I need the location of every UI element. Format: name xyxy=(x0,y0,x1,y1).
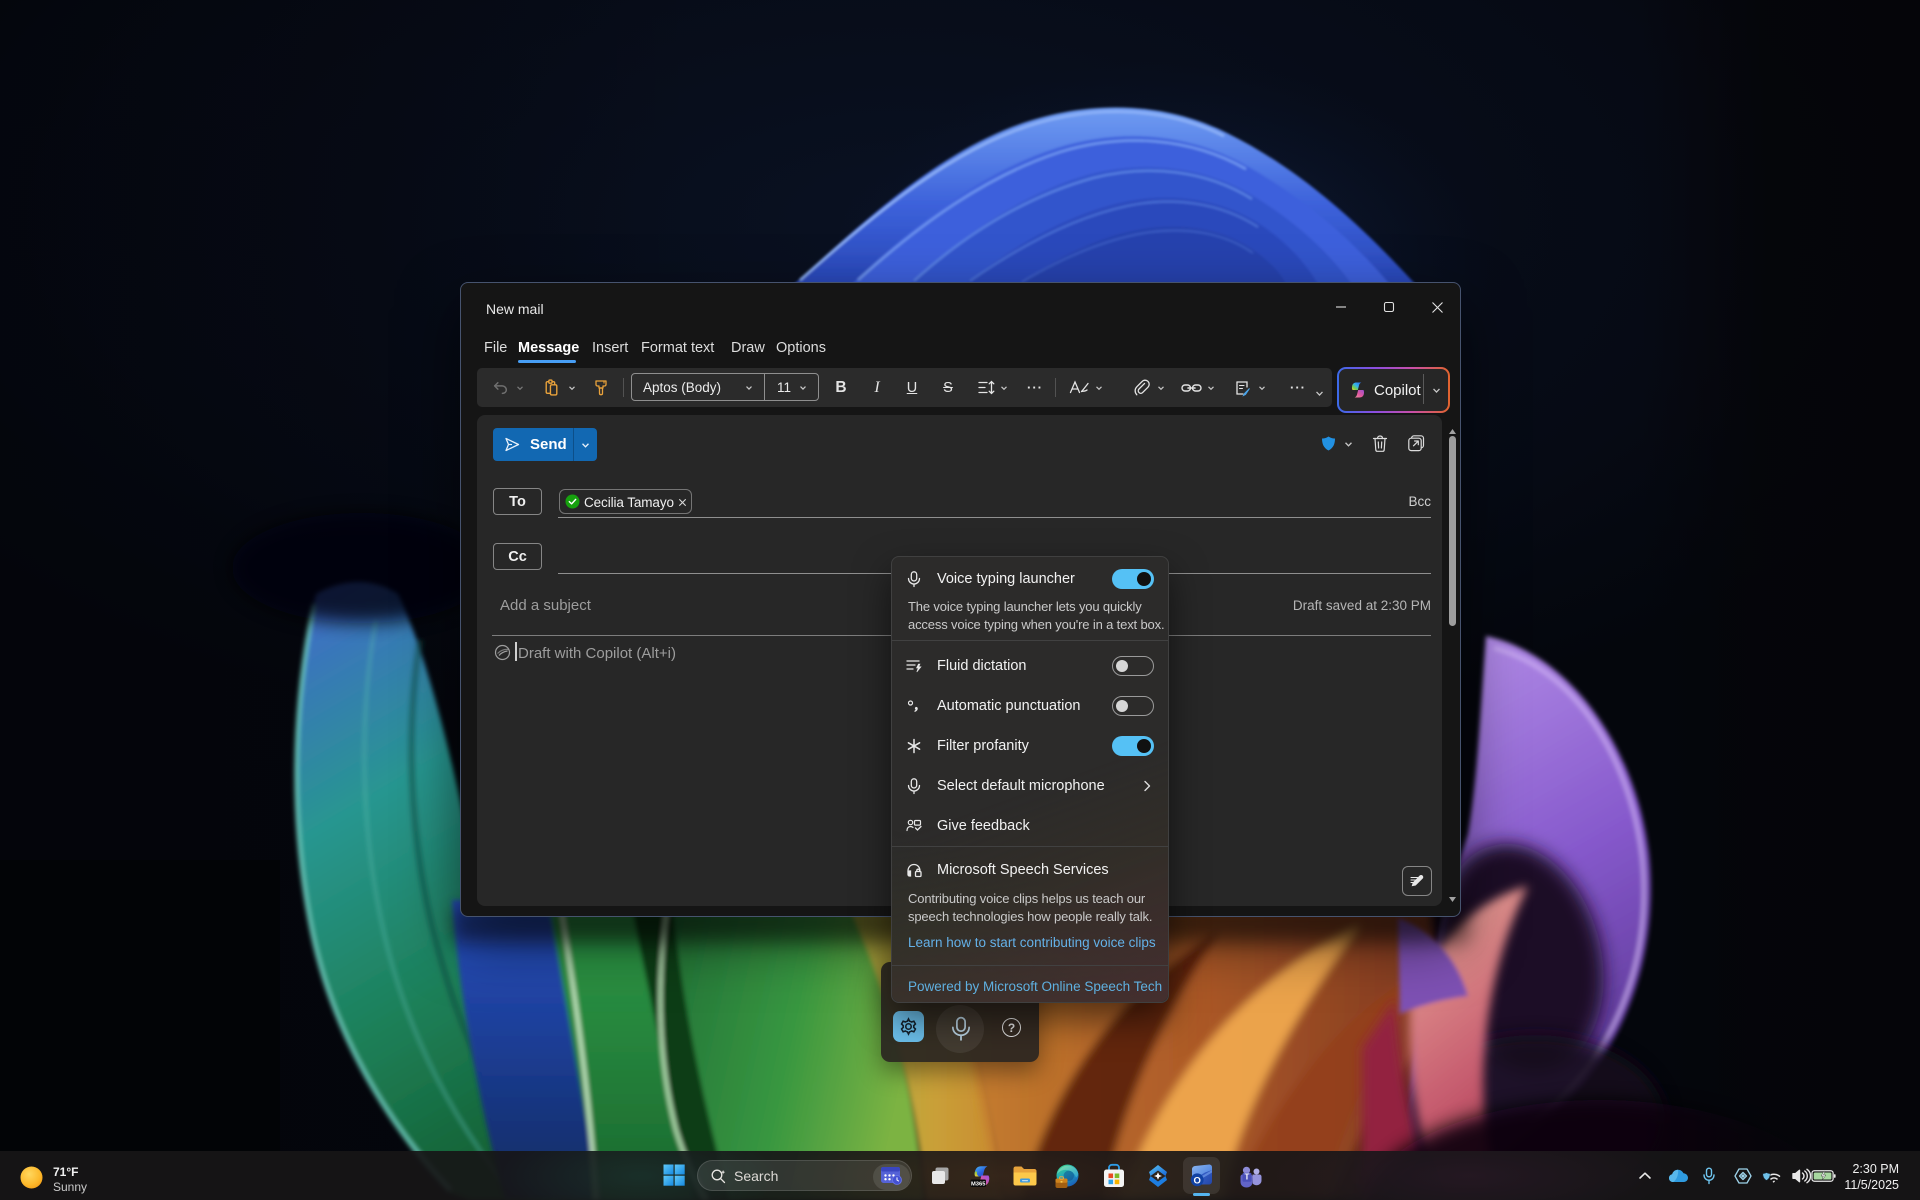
svg-text:T: T xyxy=(1245,1173,1250,1182)
svg-text:O: O xyxy=(1194,1176,1201,1187)
svg-text:M365: M365 xyxy=(971,1181,986,1187)
